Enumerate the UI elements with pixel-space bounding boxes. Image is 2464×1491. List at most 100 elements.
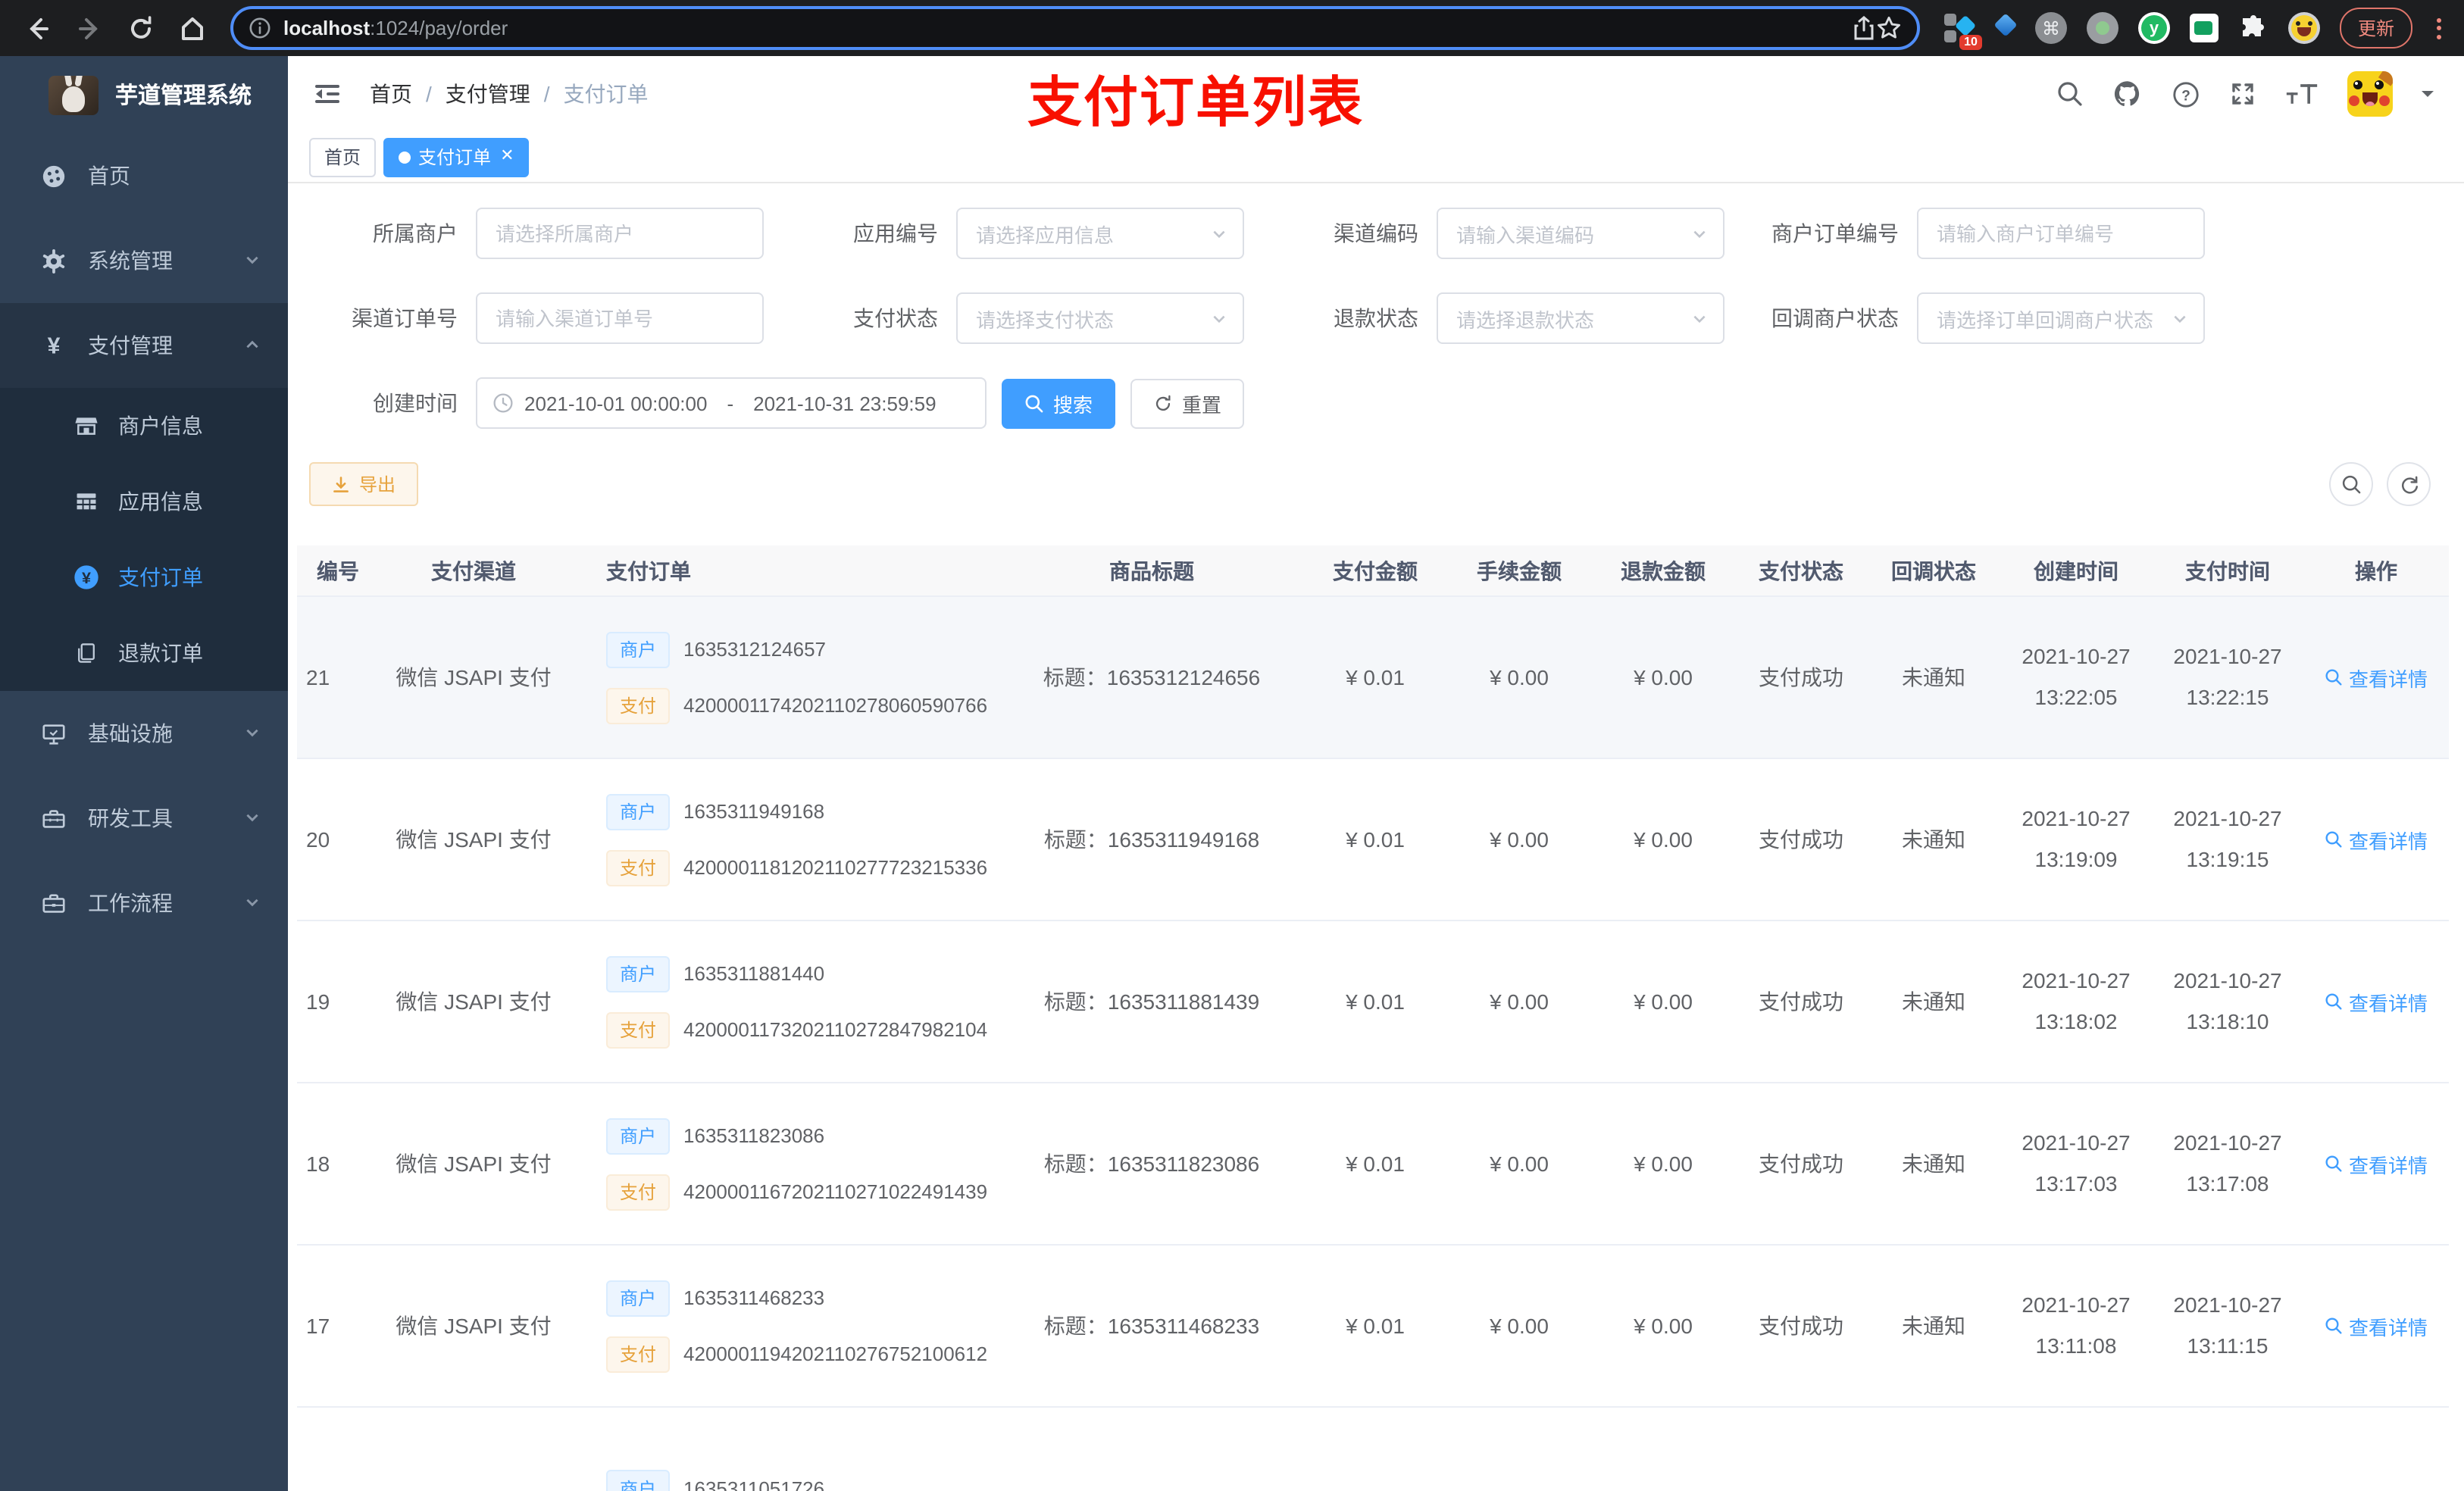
share-icon[interactable] — [1852, 15, 1876, 41]
sidebar-item-merchant-info[interactable]: 商户信息 — [0, 388, 288, 464]
view-detail-link[interactable]: 查看详情 — [2325, 1149, 2428, 1178]
sidebar-item-home[interactable]: 首页 — [0, 133, 288, 218]
sidebar-item-payment[interactable]: ¥ 支付管理 — [0, 303, 288, 388]
help-icon[interactable]: ? — [2172, 80, 2200, 108]
tab-close-icon[interactable]: ✕ — [500, 148, 514, 165]
sidebar-item-label: 研发工具 — [88, 806, 173, 830]
chevron-down-icon — [1693, 230, 1706, 238]
extension-chat-icon[interactable] — [2189, 14, 2219, 42]
merchant-order-no-input[interactable] — [1917, 208, 2205, 259]
view-detail-link[interactable]: 查看详情 — [2325, 987, 2428, 1016]
merchant-input[interactable] — [476, 208, 764, 259]
field-label: 应用编号 — [853, 221, 938, 245]
browser-update-button[interactable]: 更新 — [2339, 8, 2412, 48]
sidebar-item-workflow[interactable]: 工作流程 — [0, 861, 288, 946]
merchant-tag: 商户 — [606, 793, 671, 830]
merchant-tag: 商户 — [606, 631, 671, 667]
date-separator: - — [727, 392, 734, 414]
sidebar-item-pay-order[interactable]: ¥ 支付订单 — [0, 539, 288, 615]
extension-emoji-icon[interactable] — [2287, 12, 2320, 44]
table-row: 21 微信 JSAPI 支付 商户 1635312124657 支付 4200001… — [297, 597, 2449, 759]
gear-icon — [39, 248, 67, 274]
show-search-button[interactable] — [2329, 462, 2373, 506]
search-icon[interactable] — [2056, 80, 2084, 108]
app-select[interactable]: 请选择应用信息 — [956, 208, 1244, 259]
reset-button[interactable]: 重置 — [1130, 378, 1245, 428]
extension-tasks-icon[interactable]: 10 — [1943, 13, 1982, 49]
breadcrumb-pay-manage[interactable]: 支付管理 — [446, 79, 530, 109]
extension-kite-icon[interactable] — [1993, 12, 2018, 42]
extension-command-icon[interactable]: ⌘ — [2034, 12, 2067, 44]
browser-menu-icon[interactable] — [2432, 17, 2446, 39]
fullscreen-icon[interactable] — [2229, 80, 2256, 108]
chevron-down-icon — [2174, 314, 2186, 323]
sidebar-item-label: 系统管理 — [88, 248, 173, 273]
extensions-puzzle-icon[interactable] — [2238, 13, 2269, 43]
filter-form: 所属商户 应用编号 请选择应用信息 渠道编码 请输入渠道编码 — [288, 183, 2464, 429]
topbar-actions: ? — [2056, 71, 2464, 117]
channel-code-select[interactable]: 请输入渠道编码 — [1437, 208, 1724, 259]
tab-pay-order[interactable]: 支付订单 ✕ — [383, 137, 530, 177]
extension-y-icon[interactable]: y — [2137, 12, 2170, 44]
collapse-sidebar-icon[interactable] — [288, 79, 342, 109]
magnifier-icon — [2325, 669, 2342, 686]
home-icon[interactable] — [179, 14, 206, 42]
channel-order-no-input[interactable] — [476, 292, 764, 344]
table-row: 18 微信 JSAPI 支付 商户 1635311823086 支付 4200001… — [297, 1083, 2449, 1246]
sidebar-item-infra[interactable]: 基础设施 — [0, 691, 288, 776]
url-bar[interactable]: localhost:1024/pay/order — [230, 6, 1920, 50]
url-text: localhost:1024/pay/order — [283, 17, 508, 39]
grid-icon — [73, 489, 100, 514]
svg-text:¥: ¥ — [82, 568, 91, 587]
view-detail-link[interactable]: 查看详情 — [2325, 663, 2428, 692]
sidebar: 芋道管理系统 首页 系统管理 ¥ 支付管理 商户信息 应用信息 ¥ 支付订单 退… — [0, 56, 288, 1491]
briefcase-icon — [39, 890, 67, 916]
tab-home[interactable]: 首页 — [309, 137, 377, 177]
view-detail-link[interactable]: 查看详情 — [2325, 1311, 2428, 1340]
breadcrumb: 首页 / 支付管理 / 支付订单 — [370, 79, 649, 109]
view-detail-link[interactable]: 查看详情 — [2325, 825, 2428, 854]
reload-icon[interactable] — [127, 14, 155, 42]
forward-icon[interactable] — [76, 14, 103, 42]
font-size-icon[interactable] — [2285, 80, 2319, 108]
bookmark-star-icon[interactable] — [1876, 15, 1902, 41]
site-info-icon[interactable] — [249, 17, 271, 39]
back-icon[interactable] — [24, 14, 52, 42]
refund-status-select[interactable]: 请选择退款状态 — [1437, 292, 1724, 344]
download-icon — [333, 476, 349, 492]
field-label: 创建时间 — [373, 391, 458, 415]
table-row: 20 微信 JSAPI 支付 商户 1635311949168 支付 4200001… — [297, 759, 2449, 921]
sidebar-item-dev-tools[interactable]: 研发工具 — [0, 776, 288, 861]
table-row: 19 微信 JSAPI 支付 商户 1635311881440 支付 4200001… — [297, 921, 2449, 1083]
table-row: 17 微信 JSAPI 支付 商户 1635311468233 支付 4200001… — [297, 1246, 2449, 1408]
topbar: 首页 / 支付管理 / 支付订单 ? — [288, 56, 2464, 132]
search-icon — [2341, 474, 2360, 493]
sidebar-item-refund-order[interactable]: 退款订单 — [0, 615, 288, 691]
sidebar-item-label: 基础设施 — [88, 721, 173, 746]
breadcrumb-home[interactable]: 首页 — [370, 79, 412, 109]
monitor-icon — [39, 720, 67, 746]
merchant-tag: 商户 — [606, 955, 671, 992]
yen-icon: ¥ — [39, 333, 67, 358]
user-avatar[interactable] — [2347, 71, 2393, 117]
export-button[interactable]: 导出 — [309, 462, 419, 506]
notify-status-select[interactable]: 请选择订单回调商户状态 — [1917, 292, 2205, 344]
github-icon[interactable] — [2112, 79, 2143, 109]
pay-status-select[interactable]: 请选择支付状态 — [956, 292, 1244, 344]
documents-icon — [73, 641, 100, 665]
svg-text:?: ? — [2181, 88, 2190, 104]
sidebar-item-label: 退款订单 — [118, 641, 203, 665]
create-time-range-picker[interactable]: 2021-10-01 00:00:00 - 2021-10-31 23:59:5… — [476, 377, 987, 429]
orders-table: 编号 支付渠道 支付订单 商品标题 支付金额 手续金额 退款金额 支付状态 回调… — [297, 545, 2449, 1491]
search-button[interactable]: 搜索 — [1002, 378, 1116, 428]
svg-text:¥: ¥ — [47, 333, 60, 358]
dashboard-icon — [39, 163, 67, 189]
avatar-caret-icon[interactable] — [2422, 91, 2434, 103]
refresh-table-button[interactable] — [2387, 462, 2431, 506]
tab-label: 支付订单 — [418, 147, 492, 168]
extension-recorder-icon[interactable] — [2086, 12, 2118, 44]
chevron-down-icon — [244, 721, 261, 746]
date-start: 2021-10-01 00:00:00 — [524, 392, 708, 414]
sidebar-item-system[interactable]: 系统管理 — [0, 218, 288, 303]
sidebar-item-app-info[interactable]: 应用信息 — [0, 464, 288, 539]
